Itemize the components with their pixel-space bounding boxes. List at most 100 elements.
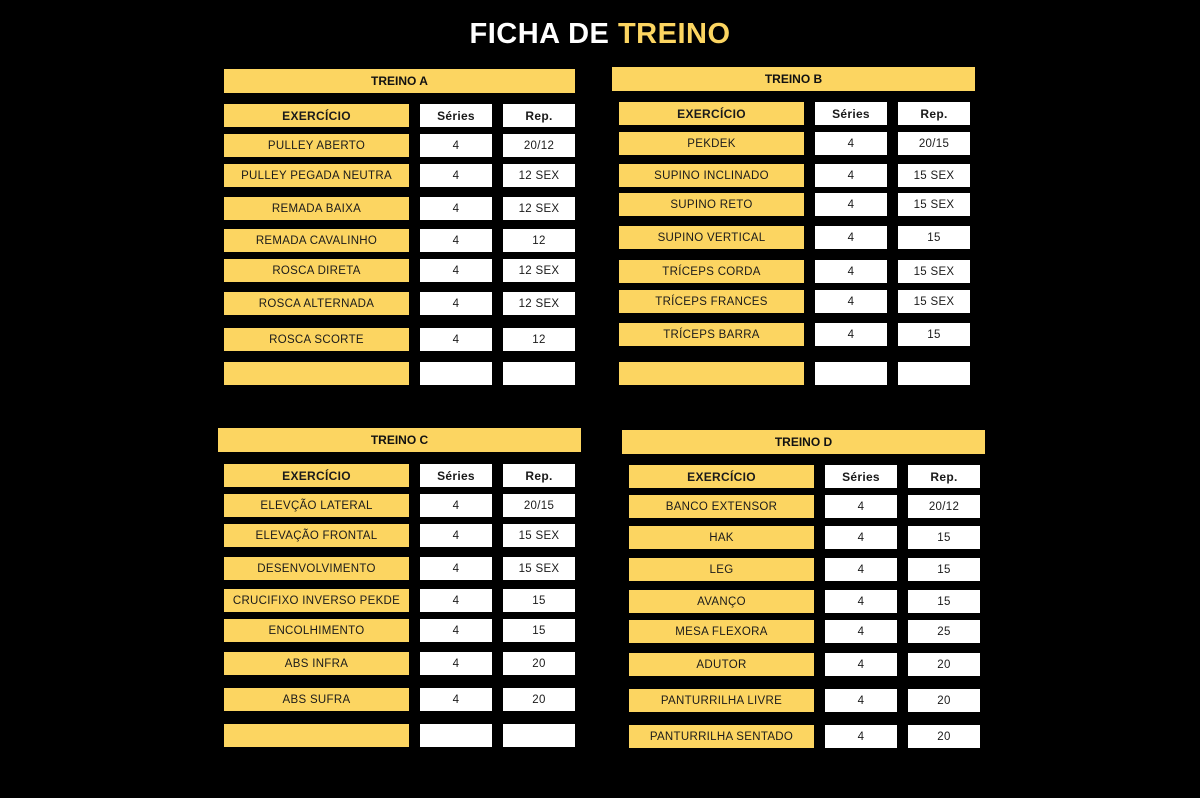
reps-cell: 20 <box>503 652 575 675</box>
workout-title-b: TREINO B <box>612 67 975 91</box>
reps-header: Rep. <box>503 464 575 487</box>
reps-cell: 15 SEX <box>503 557 575 580</box>
reps-cell: 20/15 <box>898 132 970 155</box>
reps-cell: 20 <box>503 688 575 711</box>
reps-cell <box>898 362 970 385</box>
series-cell: 4 <box>825 590 897 613</box>
reps-cell: 20/12 <box>503 134 575 157</box>
series-cell: 4 <box>420 589 492 612</box>
reps-cell: 15 SEX <box>898 164 970 187</box>
exercise-cell <box>619 362 804 385</box>
reps-header: Rep. <box>908 465 980 488</box>
series-cell: 4 <box>420 197 492 220</box>
exercise-cell: BANCO EXTENSOR <box>629 495 814 518</box>
exercise-cell: ROSCA DIRETA <box>224 259 409 282</box>
exercise-cell: MESA FLEXORA <box>629 620 814 643</box>
series-cell <box>815 362 887 385</box>
series-cell: 4 <box>815 164 887 187</box>
exercise-cell: TRÍCEPS BARRA <box>619 323 804 346</box>
series-cell <box>420 362 492 385</box>
series-cell: 4 <box>825 558 897 581</box>
reps-cell: 12 <box>503 229 575 252</box>
reps-cell: 15 SEX <box>503 524 575 547</box>
exercise-cell: AVANÇO <box>629 590 814 613</box>
series-header: Séries <box>420 104 492 127</box>
exercise-cell: PEKDEK <box>619 132 804 155</box>
reps-cell <box>503 724 575 747</box>
reps-cell: 20 <box>908 653 980 676</box>
series-cell: 4 <box>815 193 887 216</box>
series-cell: 4 <box>420 229 492 252</box>
reps-cell: 15 SEX <box>898 193 970 216</box>
series-cell: 4 <box>420 134 492 157</box>
exercise-cell: SUPINO INCLINADO <box>619 164 804 187</box>
exercise-cell: DESENVOLVIMENTO <box>224 557 409 580</box>
reps-cell: 15 <box>898 323 970 346</box>
exercise-cell: PULLEY ABERTO <box>224 134 409 157</box>
reps-cell: 12 <box>503 328 575 351</box>
series-cell: 4 <box>420 164 492 187</box>
series-cell: 4 <box>420 688 492 711</box>
reps-cell: 12 SEX <box>503 292 575 315</box>
series-cell: 4 <box>420 259 492 282</box>
series-cell: 4 <box>420 652 492 675</box>
reps-cell <box>503 362 575 385</box>
series-header: Séries <box>815 102 887 125</box>
series-cell: 4 <box>815 260 887 283</box>
exercise-cell: HAK <box>629 526 814 549</box>
exercise-cell: TRÍCEPS FRANCES <box>619 290 804 313</box>
reps-cell: 15 <box>503 589 575 612</box>
page-title: FICHA DE TREINO <box>0 18 1200 51</box>
reps-cell: 12 SEX <box>503 259 575 282</box>
series-cell: 4 <box>825 653 897 676</box>
series-cell: 4 <box>420 494 492 517</box>
exercise-cell: TRÍCEPS CORDA <box>619 260 804 283</box>
exercise-cell: ROSCA SCORTE <box>224 328 409 351</box>
reps-cell: 15 SEX <box>898 290 970 313</box>
series-cell: 4 <box>825 725 897 748</box>
exercise-cell: SUPINO RETO <box>619 193 804 216</box>
exercise-header: EXERCÍCIO <box>619 102 804 125</box>
series-cell <box>420 724 492 747</box>
exercise-cell: LEG <box>629 558 814 581</box>
series-cell: 4 <box>420 619 492 642</box>
exercise-header: EXERCÍCIO <box>224 104 409 127</box>
exercise-cell: ELEVAÇÃO FRONTAL <box>224 524 409 547</box>
series-cell: 4 <box>825 620 897 643</box>
exercise-header: EXERCÍCIO <box>629 465 814 488</box>
reps-cell: 20 <box>908 725 980 748</box>
series-cell: 4 <box>815 132 887 155</box>
workout-title-a: TREINO A <box>224 69 575 93</box>
exercise-cell: ABS INFRA <box>224 652 409 675</box>
series-cell: 4 <box>815 290 887 313</box>
reps-cell: 15 SEX <box>898 260 970 283</box>
reps-cell: 20/12 <box>908 495 980 518</box>
reps-cell: 25 <box>908 620 980 643</box>
workout-title-c: TREINO C <box>218 428 581 452</box>
reps-header: Rep. <box>503 104 575 127</box>
reps-cell: 15 <box>908 558 980 581</box>
reps-cell: 12 SEX <box>503 164 575 187</box>
reps-cell: 20/15 <box>503 494 575 517</box>
workout-title-d: TREINO D <box>622 430 985 454</box>
exercise-cell: ENCOLHIMENTO <box>224 619 409 642</box>
reps-cell: 15 <box>908 590 980 613</box>
reps-cell: 12 SEX <box>503 197 575 220</box>
reps-cell: 15 <box>908 526 980 549</box>
series-cell: 4 <box>825 689 897 712</box>
title-accent: TREINO <box>617 18 731 50</box>
series-cell: 4 <box>420 328 492 351</box>
exercise-cell: ELEVÇÃO LATERAL <box>224 494 409 517</box>
series-cell: 4 <box>825 495 897 518</box>
exercise-cell: PANTURRILHA SENTADO <box>629 725 814 748</box>
reps-cell: 15 <box>898 226 970 249</box>
exercise-cell: REMADA CAVALINHO <box>224 229 409 252</box>
exercise-cell <box>224 362 409 385</box>
series-cell: 4 <box>420 557 492 580</box>
title-main: FICHA DE <box>469 18 610 50</box>
series-cell: 4 <box>825 526 897 549</box>
exercise-cell: ADUTOR <box>629 653 814 676</box>
exercise-cell <box>224 724 409 747</box>
series-cell: 4 <box>420 524 492 547</box>
series-cell: 4 <box>815 226 887 249</box>
